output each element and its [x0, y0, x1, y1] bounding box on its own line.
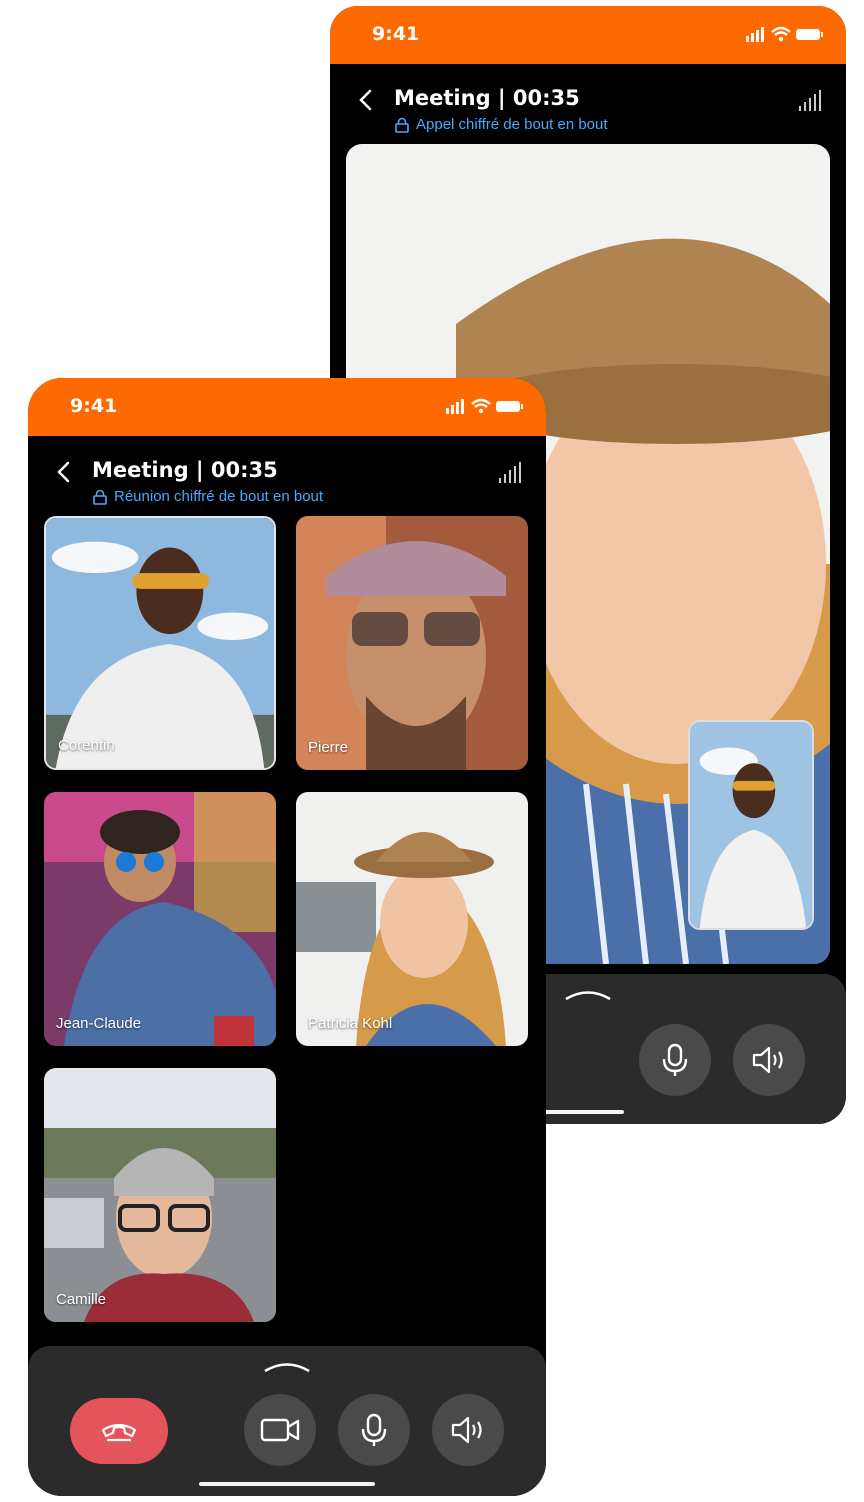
- mute-button[interactable]: [338, 1394, 410, 1466]
- signal-strength-icon: [499, 462, 521, 483]
- participant-tile[interactable]: Pierre: [296, 516, 528, 770]
- participant-name: Corentin: [58, 737, 115, 754]
- participant-tile[interactable]: Camille: [44, 1068, 276, 1322]
- back-arrow-icon[interactable]: [356, 88, 376, 112]
- speaker-icon: [752, 1046, 783, 1074]
- speaker-button[interactable]: [733, 1024, 805, 1096]
- encryption-notice: Réunion chiffré de bout en bout: [92, 488, 323, 505]
- call-controls: [28, 1346, 546, 1496]
- lock-icon: [395, 117, 409, 133]
- chevron-up-icon[interactable]: [261, 1358, 313, 1374]
- microphone-icon: [662, 1043, 688, 1076]
- chevron-up-icon[interactable]: [562, 986, 614, 1002]
- hang-up-icon: [101, 1423, 137, 1442]
- speaker-icon: [451, 1416, 482, 1444]
- self-view-pip[interactable]: [688, 720, 814, 930]
- participant-name: Pierre: [308, 739, 349, 756]
- status-bar: 9:41: [330, 6, 846, 64]
- status-bar: 9:41: [28, 378, 546, 436]
- status-icons: [444, 396, 524, 416]
- status-time: 9:41: [372, 23, 420, 45]
- participant-tile[interactable]: Jean-Claude: [44, 792, 276, 1046]
- participant-name: Jean-Claude: [56, 1015, 142, 1032]
- back-arrow-icon[interactable]: [54, 460, 74, 484]
- speaker-button[interactable]: [432, 1394, 504, 1466]
- participant-tile[interactable]: Corentin: [44, 516, 276, 770]
- signal-strength-icon: [799, 90, 821, 111]
- video-camera-icon: [260, 1418, 300, 1442]
- call-title: Meeting | 00:35: [394, 86, 580, 110]
- encryption-text: Réunion chiffré de bout en bout: [114, 488, 324, 505]
- phone-front: 9:41 Meeting | 00:35 Réunion chiffré de …: [28, 378, 546, 1496]
- participant-tile[interactable]: Patricia Kohl: [296, 792, 528, 1046]
- home-indicator: [199, 1482, 375, 1486]
- mute-button[interactable]: [639, 1024, 711, 1096]
- lock-icon: [93, 489, 107, 505]
- call-header: Meeting | 00:35 Appel chiffré de bout en…: [330, 64, 846, 144]
- encryption-notice: Appel chiffré de bout en bout: [394, 116, 608, 133]
- status-time: 9:41: [70, 395, 118, 417]
- encryption-text: Appel chiffré de bout en bout: [416, 116, 608, 133]
- call-title: Meeting | 00:35: [92, 458, 278, 482]
- hang-up-button[interactable]: [70, 1398, 168, 1464]
- participant-name: Patricia Kohl: [308, 1015, 393, 1032]
- call-header: Meeting | 00:35 Réunion chiffré de bout …: [28, 436, 546, 516]
- participant-name: Camille: [56, 1291, 107, 1308]
- video-toggle-button[interactable]: [244, 1394, 316, 1466]
- microphone-icon: [361, 1413, 387, 1446]
- status-icons: [744, 24, 824, 44]
